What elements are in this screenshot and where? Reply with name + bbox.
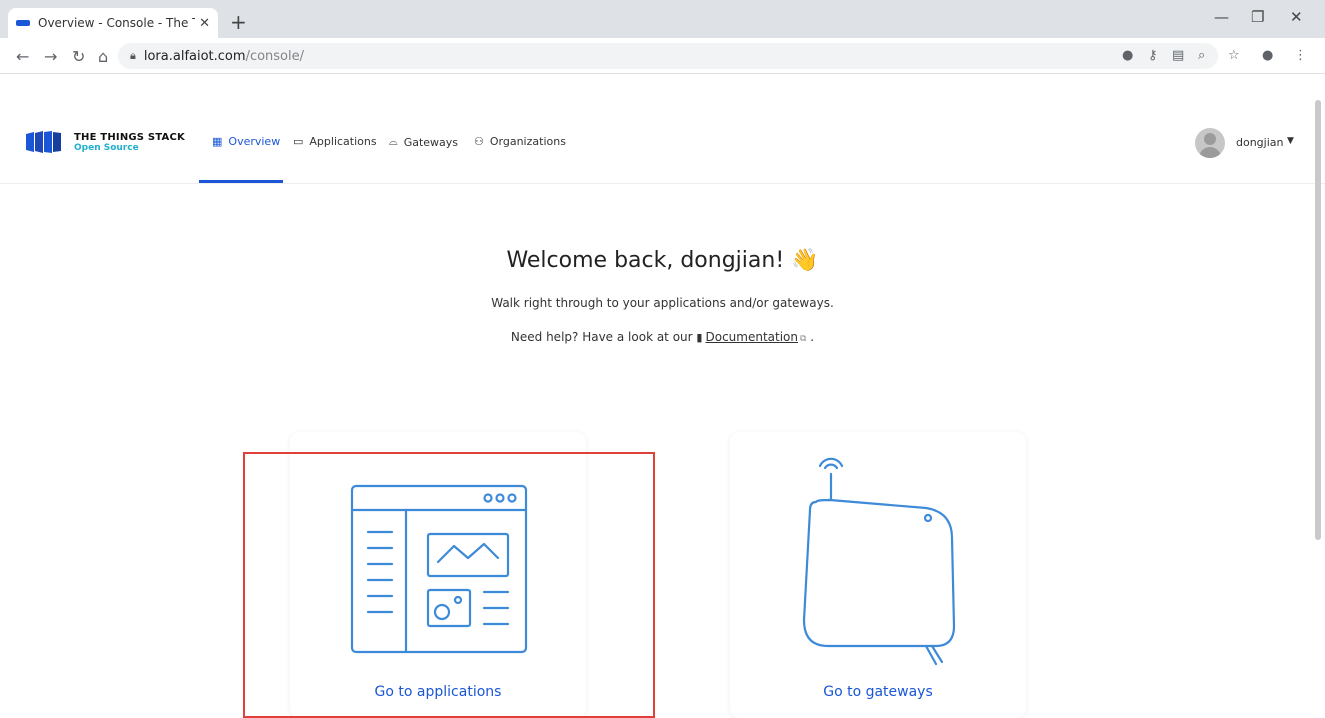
- go-to-gateways-card[interactable]: Go to gateways: [730, 432, 1026, 718]
- nav-organizations-label: Organizations: [489, 135, 566, 148]
- nav-gateways-label: Gateways: [403, 135, 459, 149]
- window-close-icon[interactable]: ✕: [1290, 8, 1303, 26]
- nav-overview-label: Overview: [228, 135, 281, 148]
- translate-icon[interactable]: ▤: [1172, 48, 1184, 63]
- tab-favicon-icon: [16, 20, 30, 26]
- highlight-annotation-box: [243, 452, 655, 718]
- brand-name: THE THINGS STACK Open Source: [74, 132, 185, 154]
- gateway-illustration-icon: [802, 457, 956, 666]
- chevron-down-icon[interactable]: ▼: [1287, 136, 1294, 146]
- welcome-subtitle: Walk right through to your applications …: [491, 296, 834, 310]
- maximize-icon[interactable]: ❐: [1251, 8, 1264, 26]
- home-icon[interactable]: ⌂: [98, 47, 108, 66]
- gateway-icon: ⌓: [389, 135, 398, 148]
- nav-applications[interactable]: ▭ Applications: [293, 135, 377, 148]
- url-path: /console/: [245, 48, 304, 64]
- nav-applications-label: Applications: [309, 135, 377, 148]
- help-line: Need help? Have a look at our ▮ Documenta…: [0, 330, 1325, 344]
- username[interactable]: dongjian: [1236, 136, 1284, 149]
- minimize-icon[interactable]: —: [1214, 8, 1229, 26]
- brand-line1: THE THINGS STACK: [74, 132, 185, 143]
- avatar[interactable]: [1195, 128, 1225, 158]
- things-stack-logo-icon[interactable]: [24, 130, 64, 154]
- extension-icon[interactable]: ●: [1122, 48, 1133, 63]
- browser-tab-strip: Overview - Console - The Thin ✕ + — ❐ ✕: [0, 0, 1325, 38]
- browser-toolbar: ← → ↻ ⌂ 🔒︎ lora.alfaiot.com /console/ ● …: [0, 38, 1325, 74]
- people-icon: ⚇: [474, 135, 484, 148]
- tab-close-icon[interactable]: ✕: [199, 16, 210, 31]
- help-suffix: .: [810, 330, 815, 344]
- tab-title: Overview - Console - The Thin: [38, 16, 195, 30]
- external-link-icon: ⧉: [800, 334, 807, 344]
- back-icon[interactable]: ←: [16, 47, 29, 66]
- url-host: lora.alfaiot.com: [143, 48, 246, 64]
- nav-gateways[interactable]: ⌓ Gateways: [389, 135, 458, 149]
- lock-icon: 🔒︎: [130, 49, 136, 62]
- book-icon: ▮: [696, 331, 703, 344]
- forward-icon[interactable]: →: [44, 47, 57, 66]
- bookmark-star-icon[interactable]: ☆: [1228, 48, 1240, 63]
- app-header: THE THINGS STACK Open Source ▦ Overview …: [0, 100, 1325, 184]
- new-tab-icon[interactable]: +: [230, 10, 247, 34]
- zoom-icon[interactable]: ⌕: [1198, 48, 1205, 63]
- documentation-link[interactable]: Documentation: [705, 330, 798, 344]
- brand-line2: Open Source: [74, 143, 139, 153]
- scrollbar[interactable]: [1315, 100, 1321, 540]
- menu-kebab-icon[interactable]: ⋮: [1294, 48, 1307, 63]
- nav-overview[interactable]: ▦ Overview: [212, 135, 280, 148]
- nav-organizations[interactable]: ⚇ Organizations: [474, 135, 566, 148]
- window-icon: ▭: [293, 135, 304, 148]
- grid-icon: ▦: [212, 135, 223, 148]
- address-bar[interactable]: 🔒︎ lora.alfaiot.com /console/: [118, 43, 1218, 69]
- go-to-gateways-label[interactable]: Go to gateways: [730, 684, 1026, 700]
- browser-tab[interactable]: Overview - Console - The Thin ✕: [8, 8, 218, 38]
- key-icon[interactable]: ⚷: [1148, 48, 1158, 63]
- help-prefix: Need help? Have a look at our: [510, 330, 693, 344]
- waving-hand-icon: 👋: [791, 248, 819, 273]
- profile-icon[interactable]: ●: [1262, 48, 1273, 63]
- reload-icon[interactable]: ↻: [72, 47, 85, 66]
- welcome-text: Welcome back, dongjian!: [506, 248, 785, 273]
- active-nav-indicator: [199, 180, 283, 183]
- welcome-heading: Welcome back, dongjian! 👋: [0, 248, 1325, 273]
